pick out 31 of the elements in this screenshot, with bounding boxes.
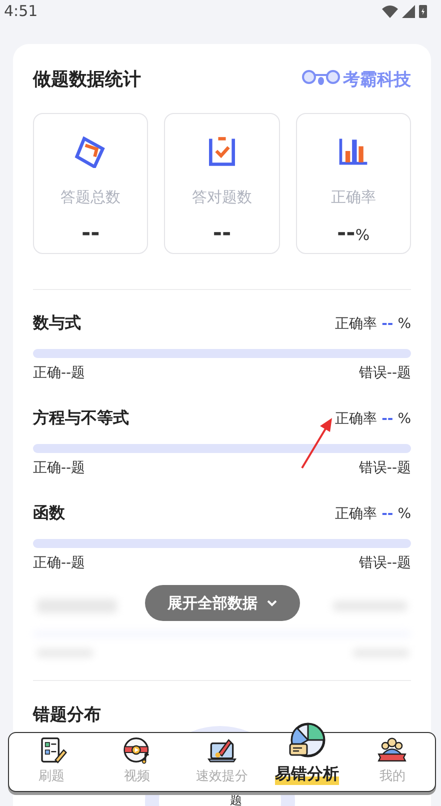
stat-label: 答对题数 xyxy=(192,188,252,207)
brand-name: 考霸科技 xyxy=(343,68,411,90)
stat-value: -- xyxy=(82,221,100,246)
wrong-count: 错误--题 xyxy=(358,459,411,477)
correct-count: 正确--题 xyxy=(33,459,86,477)
stat-value: -- xyxy=(212,221,232,246)
accuracy-label: 正确率 -- % xyxy=(335,410,411,428)
status-time: 4:51 xyxy=(4,2,38,20)
battery-icon xyxy=(419,4,427,18)
category-name: 方程与不等式 xyxy=(33,408,129,429)
stat-label: 正确率 xyxy=(330,188,376,207)
correct-count: 正确--题 xyxy=(33,364,86,382)
signal-icon xyxy=(402,4,415,18)
section-title: 错题分布 xyxy=(33,704,102,726)
stat-value: --% xyxy=(337,221,370,246)
category-name: 函数 xyxy=(33,503,65,524)
accuracy-label: 正确率 -- % xyxy=(335,314,411,332)
nav-tab[interactable]: 视频 xyxy=(94,733,180,791)
nav-tab[interactable]: 我的 xyxy=(350,733,436,791)
wifi-icon xyxy=(382,4,398,18)
annotation-arrow xyxy=(300,418,334,470)
correct-count: 正确--题 xyxy=(33,554,86,572)
accuracy-label: 正确率 -- % xyxy=(335,504,411,522)
nav-tab[interactable]: 速效提分 xyxy=(179,733,265,791)
card-title: 做题数据统计 xyxy=(33,68,141,91)
category-name: 数与式 xyxy=(33,313,81,334)
wrong-count: 错误--题 xyxy=(358,554,411,572)
stat-label: 答题总数 xyxy=(60,188,121,207)
nav-tab[interactable]: 刷题 xyxy=(9,733,94,791)
expand-all-button[interactable]: 展开全部数据 xyxy=(145,585,300,621)
wrong-count: 错误--题 xyxy=(358,364,411,382)
